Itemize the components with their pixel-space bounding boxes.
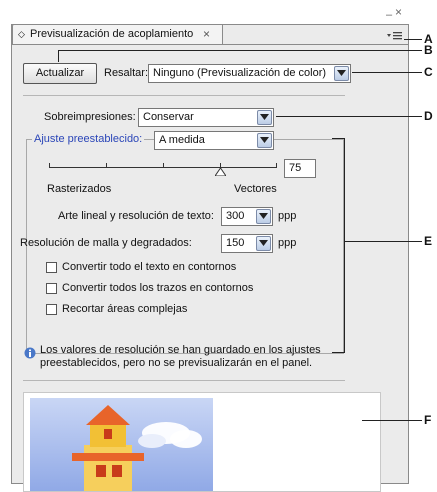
line-art-select[interactable]: 300 [221, 207, 273, 226]
callout-line-d [276, 116, 422, 117]
preview-area[interactable] [23, 392, 381, 492]
divider [23, 95, 345, 96]
callout-line-e [345, 241, 422, 242]
line-art-value: 300 [226, 210, 245, 222]
preset-select[interactable]: A medida [154, 131, 274, 150]
callout-bracket-e [332, 138, 345, 353]
chevron-down-icon [257, 133, 272, 148]
gradient-unit: ppp [278, 237, 297, 249]
overprint-label: Sobreimpresiones: [44, 111, 136, 123]
info-text-line-1: Los valores de resolución se han guardad… [40, 344, 321, 356]
line-art-unit: ppp [278, 210, 297, 222]
slider-thumb-icon[interactable] [215, 168, 226, 176]
panel-tab-title: Previsualización de acoplamiento [30, 28, 194, 40]
chevron-down-icon [256, 209, 271, 224]
chevron-down-icon [334, 66, 349, 81]
callout-line-b-tick [58, 50, 59, 62]
info-text-line-2: preestablecidos, pero no se previsualiza… [40, 357, 313, 369]
preset-label: Ajuste preestablecido: [32, 133, 145, 145]
callout-line-f [362, 420, 422, 421]
line-art-label: Arte lineal y resolución de texto: [58, 210, 214, 222]
chevron-down-icon [257, 110, 272, 125]
convert-text-label: Convertir todo el texto en contornos [62, 261, 237, 273]
rasterization-slider[interactable] [49, 161, 277, 176]
tab-strip-line [12, 44, 408, 45]
gradient-value: 150 [226, 237, 245, 249]
highlight-label: Resaltar: [104, 67, 149, 79]
panel-menu-button[interactable] [386, 31, 404, 41]
callout-e: E [424, 234, 433, 248]
callout-d: D [424, 109, 433, 123]
highlight-select-value: Ninguno (Previsualización de color) [153, 67, 327, 79]
gradient-select[interactable]: 150 [221, 234, 273, 253]
convert-text-checkbox[interactable] [46, 262, 57, 273]
callout-line-b [58, 50, 422, 51]
preview-artwork-image [30, 398, 213, 491]
convert-strokes-label: Convertir todos los trazos en contornos [62, 282, 254, 294]
callout-b: B [424, 43, 433, 57]
panel-minimize-icon[interactable]: – [386, 9, 392, 21]
slider-value-input[interactable]: 75 [284, 159, 316, 178]
tab-close-icon[interactable]: × [203, 25, 210, 43]
callout-line-c [352, 72, 422, 73]
preset-select-value: A medida [159, 134, 205, 146]
panel-close-icon[interactable]: × [395, 5, 402, 19]
chevron-down-icon [256, 236, 271, 251]
panel-menu-icon [387, 32, 402, 40]
clip-complex-checkbox[interactable] [46, 304, 57, 315]
callout-c: C [424, 65, 433, 79]
callout-line-a [404, 39, 422, 40]
panel-tab[interactable]: ◇ Previsualización de acoplamiento × [12, 24, 223, 44]
divider [23, 380, 345, 381]
slider-min-label: Rasterizados [47, 183, 112, 195]
flattener-preview-panel: ◇ Previsualización de acoplamiento × Act… [11, 24, 409, 492]
clip-complex-label: Recortar áreas complejas [62, 303, 188, 315]
overprint-select[interactable]: Conservar [138, 108, 274, 127]
overprint-select-value: Conservar [143, 111, 194, 123]
panel-grip-icon: ◇ [18, 29, 25, 39]
callout-f: F [424, 413, 432, 427]
refresh-button[interactable]: Actualizar [23, 63, 97, 84]
convert-strokes-checkbox[interactable] [46, 283, 57, 294]
info-icon [24, 347, 36, 359]
highlight-select[interactable]: Ninguno (Previsualización de color) [148, 64, 351, 83]
gradient-label: Resolución de malla y degradados: [20, 237, 192, 249]
slider-max-label: Vectores [234, 183, 277, 195]
